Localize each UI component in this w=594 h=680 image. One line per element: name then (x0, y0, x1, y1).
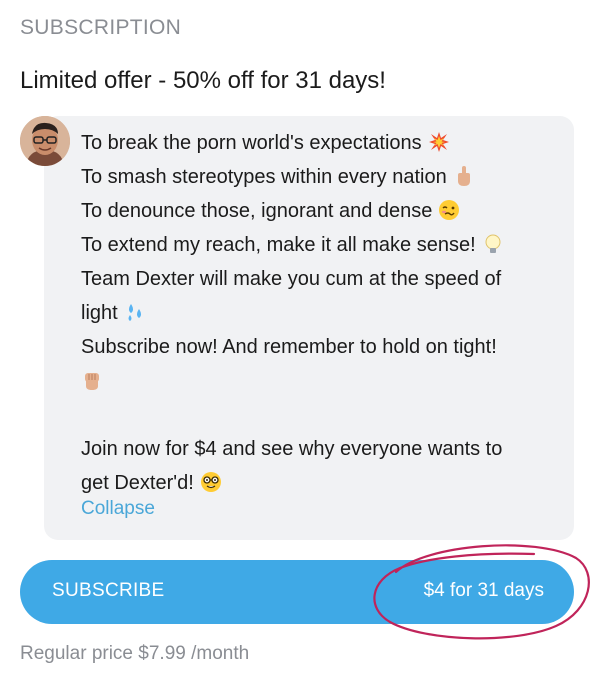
message-line-text: Join now for $4 and see why everyone wan… (81, 438, 503, 460)
message-line-text: To smash stereotypes within every nation (81, 166, 447, 188)
message-line-text: Team Dexter will make you cum at the spe… (81, 268, 502, 290)
message-line-text: light (81, 302, 118, 324)
sweat-droplets-icon (124, 301, 146, 323)
raised-fist-icon (81, 369, 103, 391)
message-line: Subscribe now! And remember to hold on t… (81, 330, 571, 364)
message-line: To denounce those, ignorant and dense (81, 194, 571, 228)
subscribe-price: $4 for 31 days (423, 580, 544, 601)
message-line (81, 364, 571, 398)
woozy-face-icon (438, 199, 460, 221)
message-line: Join now for $4 and see why everyone wan… (81, 432, 571, 466)
message-line: To extend my reach, make it all make sen… (81, 228, 571, 262)
avatar[interactable] (20, 116, 70, 166)
light-bulb-icon (482, 233, 504, 255)
message-line: light (81, 296, 571, 330)
message-line-text: To denounce those, ignorant and dense (81, 200, 433, 222)
subscribe-label: SUBSCRIBE (52, 580, 165, 601)
collision-icon (428, 131, 450, 153)
offer-title: Limited offer - 50% off for 31 days! (20, 67, 386, 94)
collapse-link[interactable]: Collapse (81, 498, 155, 520)
subscribe-button[interactable]: SUBSCRIBE $4 for 31 days (20, 560, 574, 624)
message-line-text: To extend my reach, make it all make sen… (81, 234, 476, 256)
message-line-text: get Dexter'd! (81, 472, 194, 494)
nerd-face-icon (200, 471, 222, 493)
message-line-text: To break the porn world's expectations (81, 132, 422, 154)
message-line (81, 398, 571, 432)
message-line: Team Dexter will make you cum at the spe… (81, 262, 571, 296)
message-text: To break the porn world's expectations To… (81, 126, 571, 500)
middle-finger-icon (453, 165, 475, 187)
message-line: To smash stereotypes within every nation (81, 160, 571, 194)
message-line: get Dexter'd! (81, 466, 571, 500)
message-line-text: Subscribe now! And remember to hold on t… (81, 336, 497, 358)
message-line: To break the porn world's expectations (81, 126, 571, 160)
section-label: SUBSCRIPTION (20, 16, 182, 39)
regular-price: Regular price $7.99 /month (20, 643, 250, 664)
